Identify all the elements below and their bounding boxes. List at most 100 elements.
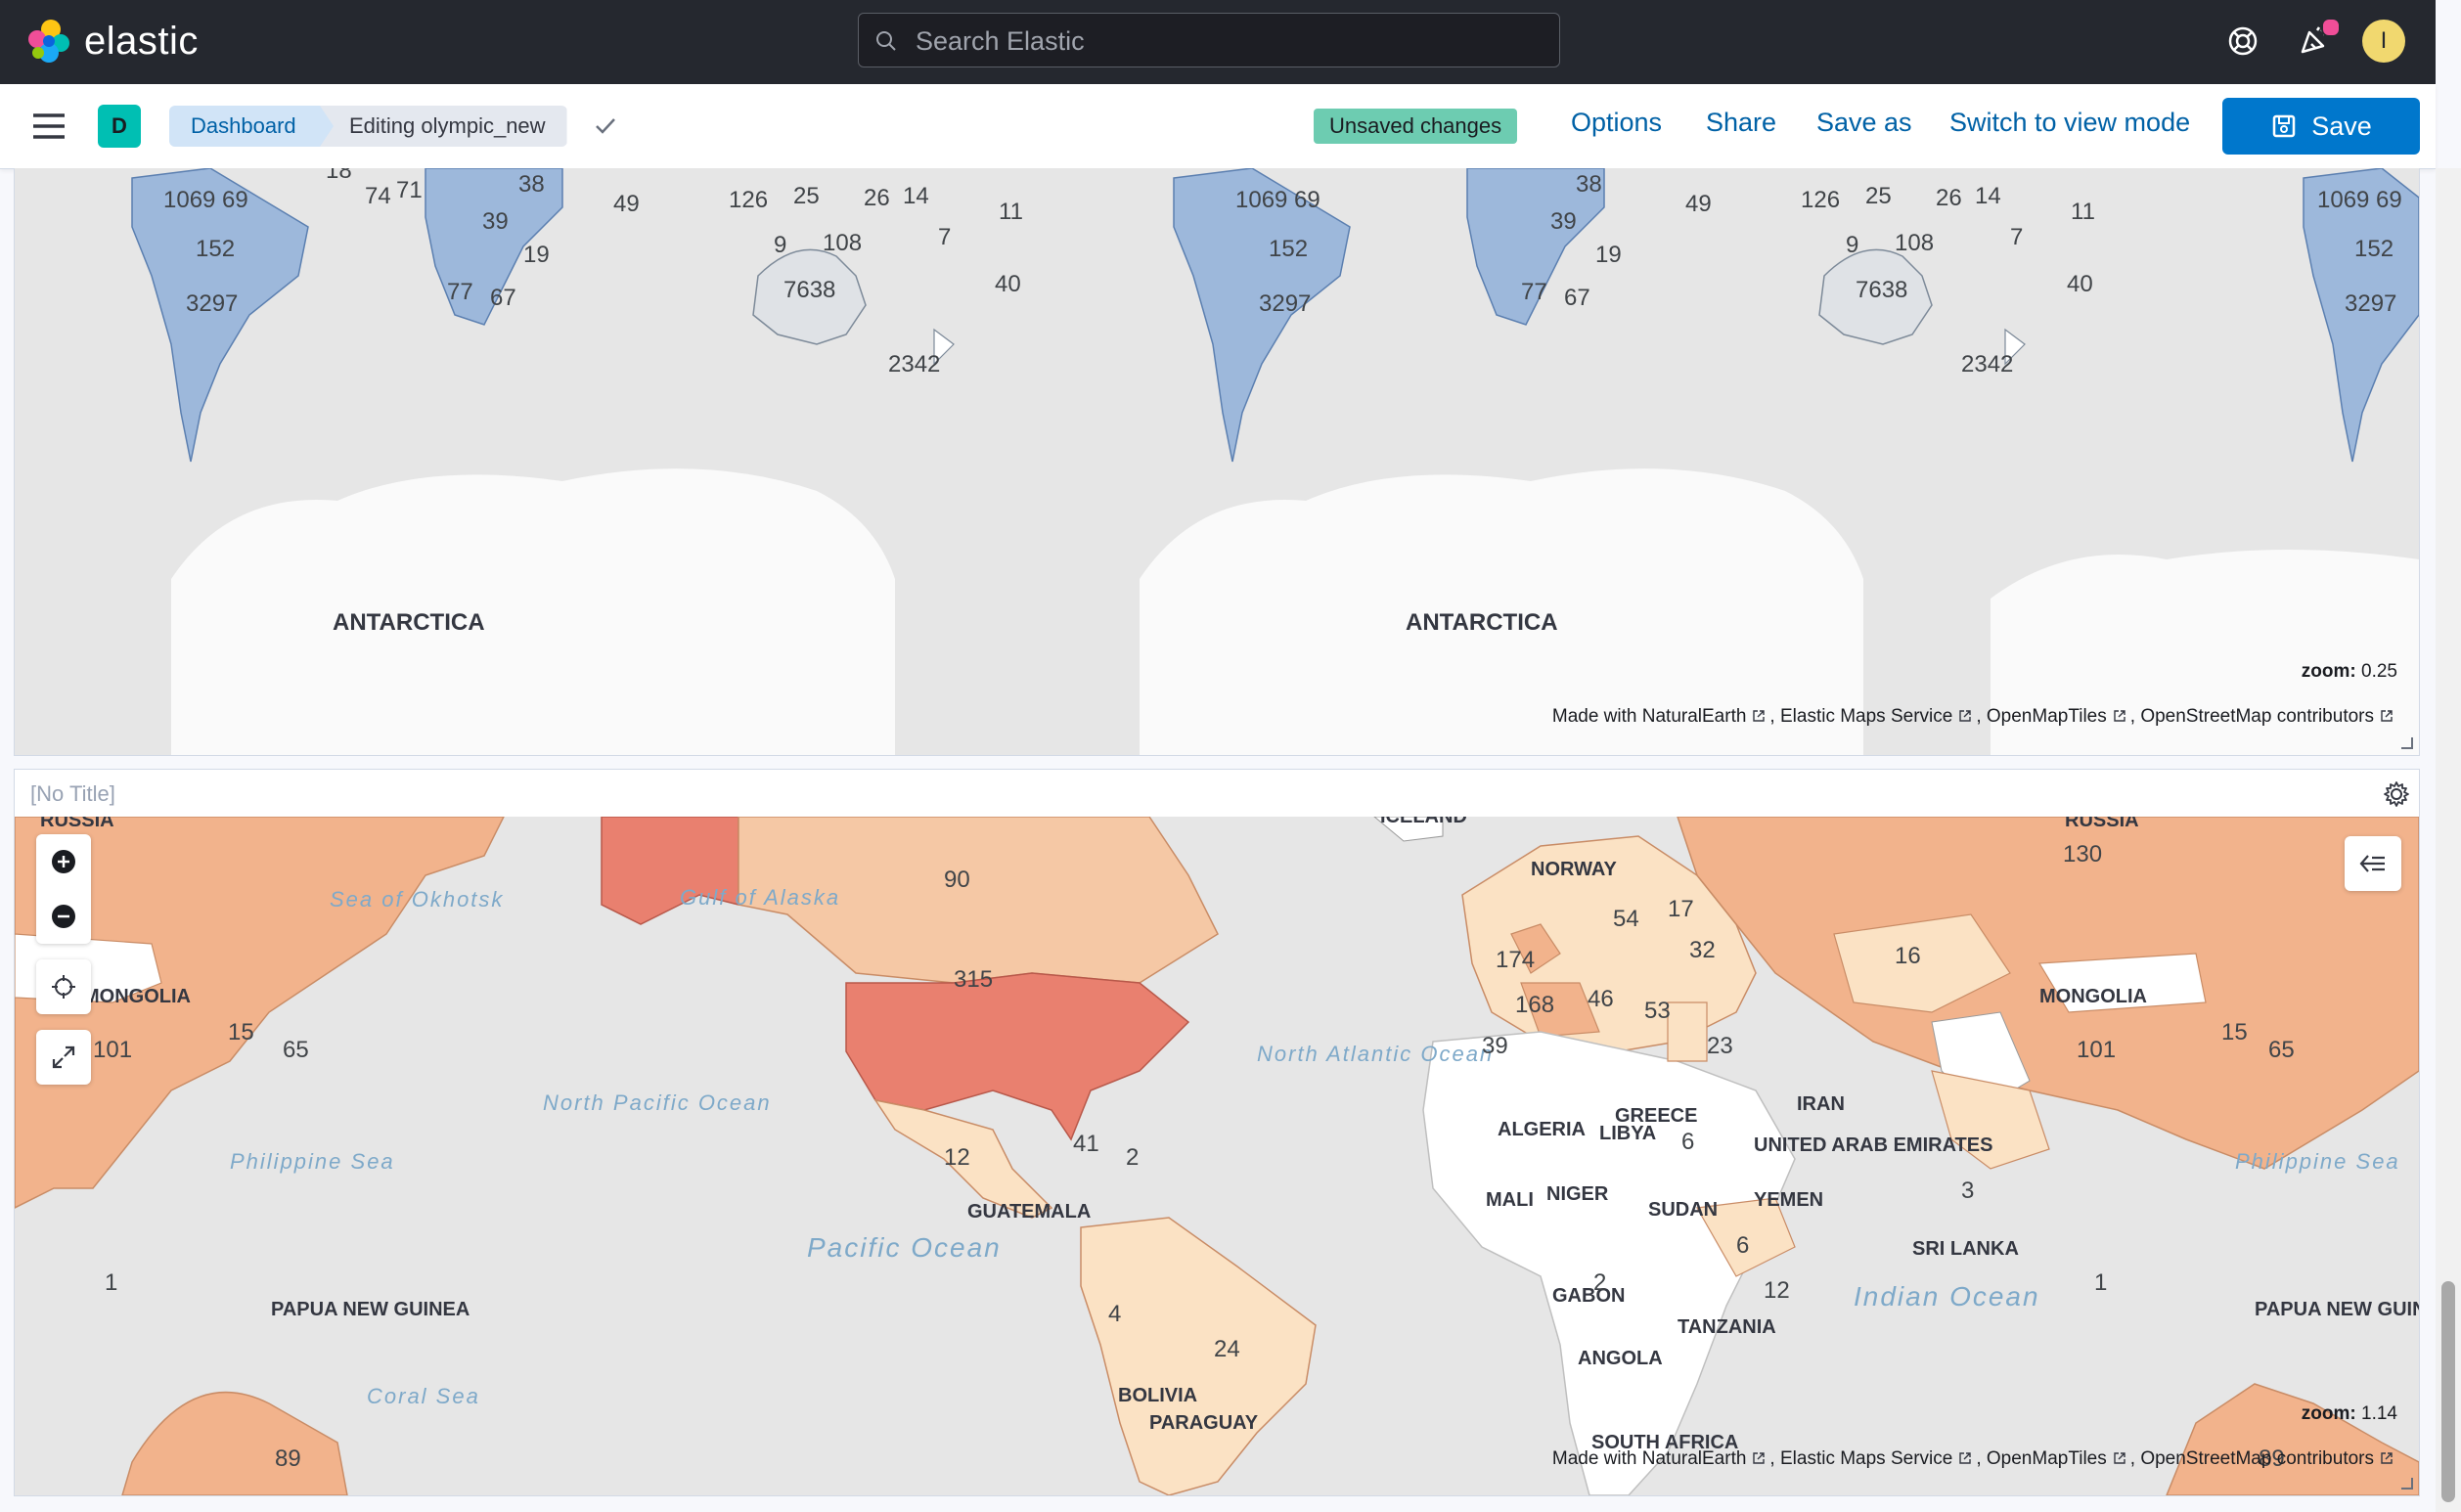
- map1-label: 67: [490, 285, 516, 311]
- country-value: 6: [1736, 1232, 1749, 1259]
- antarctica-label: ANTARCTICA: [333, 609, 485, 636]
- fullscreen-button[interactable]: [36, 1030, 91, 1085]
- attribution-link[interactable]: OpenStreetMap contributors: [2140, 706, 2374, 727]
- country-value: 89: [275, 1445, 301, 1472]
- country-value: 41: [1073, 1131, 1099, 1157]
- brand-name[interactable]: elastic: [84, 20, 199, 64]
- map1-label: 7638: [783, 277, 835, 303]
- country-value: 12: [944, 1144, 970, 1171]
- map1-label: 26: [1936, 185, 1962, 211]
- zoom-in-button[interactable]: [36, 834, 91, 889]
- country-value: 54: [1613, 906, 1639, 932]
- place-label: PARAGUAY: [1149, 1412, 1259, 1434]
- search-input[interactable]: [914, 20, 1544, 63]
- place-label: IRAN: [1797, 1093, 1845, 1115]
- map1-label: 71: [396, 177, 423, 203]
- country-value: 4: [1108, 1301, 1121, 1327]
- breadcrumb-current: Editing olympic_new: [320, 106, 567, 147]
- place-label: GREECE: [1615, 1105, 1697, 1127]
- plus-icon: [52, 850, 75, 873]
- external-link-icon: [1959, 710, 1972, 722]
- attribution-link[interactable]: OpenMapTiles: [1987, 706, 2107, 727]
- map1-label: 38: [1576, 171, 1602, 198]
- map-canvas-1[interactable]: 1069 69 152 3297 18 74 71 38 39 19 77 67…: [15, 168, 2419, 755]
- help-button[interactable]: [2217, 16, 2268, 67]
- place-label: TANZANIA: [1678, 1316, 1776, 1338]
- gear-icon[interactable]: [2382, 779, 2411, 809]
- country-value: 65: [2268, 1037, 2295, 1063]
- map1-label: 14: [903, 183, 929, 209]
- save-button[interactable]: Save: [2222, 98, 2420, 155]
- map1-label: 25: [793, 183, 820, 209]
- attribution-link[interactable]: Made with NaturalEarth: [1552, 1448, 1747, 1469]
- place-label: RUSSIA: [2065, 817, 2139, 831]
- map1-label: 7: [2010, 224, 2023, 250]
- user-avatar[interactable]: I: [2362, 20, 2405, 63]
- elastic-logo[interactable]: [25, 18, 72, 65]
- attribution-link[interactable]: Elastic Maps Service: [1780, 1448, 1952, 1469]
- country-value: 2: [1126, 1144, 1139, 1171]
- layer-control-button[interactable]: [2345, 836, 2401, 891]
- map1-label: 19: [523, 242, 550, 268]
- attribution-link[interactable]: OpenStreetMap contributors: [2140, 1448, 2374, 1469]
- space-avatar[interactable]: D: [98, 105, 141, 148]
- map1-label: 25: [1865, 183, 1892, 209]
- global-search[interactable]: [858, 13, 1560, 67]
- country-value: 12: [1764, 1277, 1790, 1304]
- map-panel-2[interactable]: [No Title] Sea of Okhotsk North Pacific …: [14, 769, 2420, 1496]
- map1-label: 7: [938, 224, 951, 250]
- country-value: 1: [105, 1269, 117, 1296]
- external-link-icon: [2381, 710, 2393, 722]
- map1-label: 74: [365, 183, 391, 209]
- attribution-link[interactable]: Made with NaturalEarth: [1552, 706, 1747, 727]
- ocean-label: North Atlantic Ocean: [1257, 1042, 1494, 1066]
- attribution-link[interactable]: OpenMapTiles: [1987, 1448, 2107, 1469]
- share-link[interactable]: Share: [1706, 108, 1776, 138]
- country-value: 15: [2221, 1019, 2248, 1045]
- place-label: PAPUA NEW GUINEA: [271, 1299, 470, 1320]
- map-panel-1[interactable]: 1069 69 152 3297 18 74 71 38 39 19 77 67…: [14, 168, 2420, 756]
- ocean-label: Coral Sea: [367, 1384, 480, 1408]
- country-value: 17: [1668, 896, 1694, 922]
- scrollbar-thumb[interactable]: [2441, 1281, 2455, 1502]
- map1-label: 11: [999, 199, 1023, 225]
- search-icon: [876, 31, 896, 51]
- map-canvas-2[interactable]: Sea of Okhotsk North Pacific Ocean North…: [15, 817, 2419, 1495]
- place-label: RUSSIA: [40, 817, 114, 831]
- map1-label: 40: [2067, 271, 2093, 297]
- place-label: ANGOLA: [1578, 1348, 1663, 1369]
- map1-label: 69: [1294, 187, 1320, 213]
- ocean-label: Philippine Sea: [2235, 1149, 2400, 1174]
- breadcrumb-dashboard[interactable]: Dashboard: [169, 106, 336, 147]
- ocean-label: Pacific Ocean: [807, 1232, 1002, 1263]
- country-value: 6: [1681, 1129, 1694, 1155]
- options-link[interactable]: Options: [1571, 108, 1662, 138]
- place-label: SUDAN: [1648, 1199, 1718, 1221]
- map1-label: 77: [1521, 279, 1547, 305]
- ocean-label: Gulf of Alaska: [680, 885, 840, 910]
- map1-label: 9: [774, 232, 786, 258]
- external-link-icon: [1753, 1452, 1766, 1464]
- country-value: 23: [1707, 1033, 1733, 1059]
- place-label: PAPUA NEW GUINEA: [2255, 1299, 2419, 1320]
- country-value: 15: [228, 1019, 254, 1045]
- zoom-out-button[interactable]: [36, 889, 91, 944]
- place-label: ALGERIA: [1498, 1119, 1586, 1140]
- external-link-icon: [2114, 1452, 2125, 1464]
- set-view-button[interactable]: [36, 959, 91, 1014]
- hamburger-menu-icon[interactable]: [29, 110, 68, 143]
- country-value: 168: [1515, 992, 1554, 1018]
- switch-to-view-mode-link[interactable]: Switch to view mode: [1949, 108, 2190, 138]
- map1-label: 152: [196, 236, 235, 262]
- zoom-indicator: zoom: 0.25: [2301, 661, 2397, 682]
- save-as-link[interactable]: Save as: [1816, 108, 1912, 138]
- map1-label: 108: [1895, 230, 1934, 256]
- map1-label: 11: [2071, 199, 2095, 225]
- attribution-link[interactable]: Elastic Maps Service: [1780, 706, 1952, 727]
- map1-label: 67: [1564, 285, 1590, 311]
- country-value: 32: [1689, 937, 1716, 963]
- panel-resize-handle[interactable]: [2401, 1478, 2413, 1490]
- panel-resize-handle[interactable]: [2401, 737, 2413, 749]
- country-value: 1: [2094, 1269, 2107, 1296]
- map1-label: 126: [729, 187, 768, 213]
